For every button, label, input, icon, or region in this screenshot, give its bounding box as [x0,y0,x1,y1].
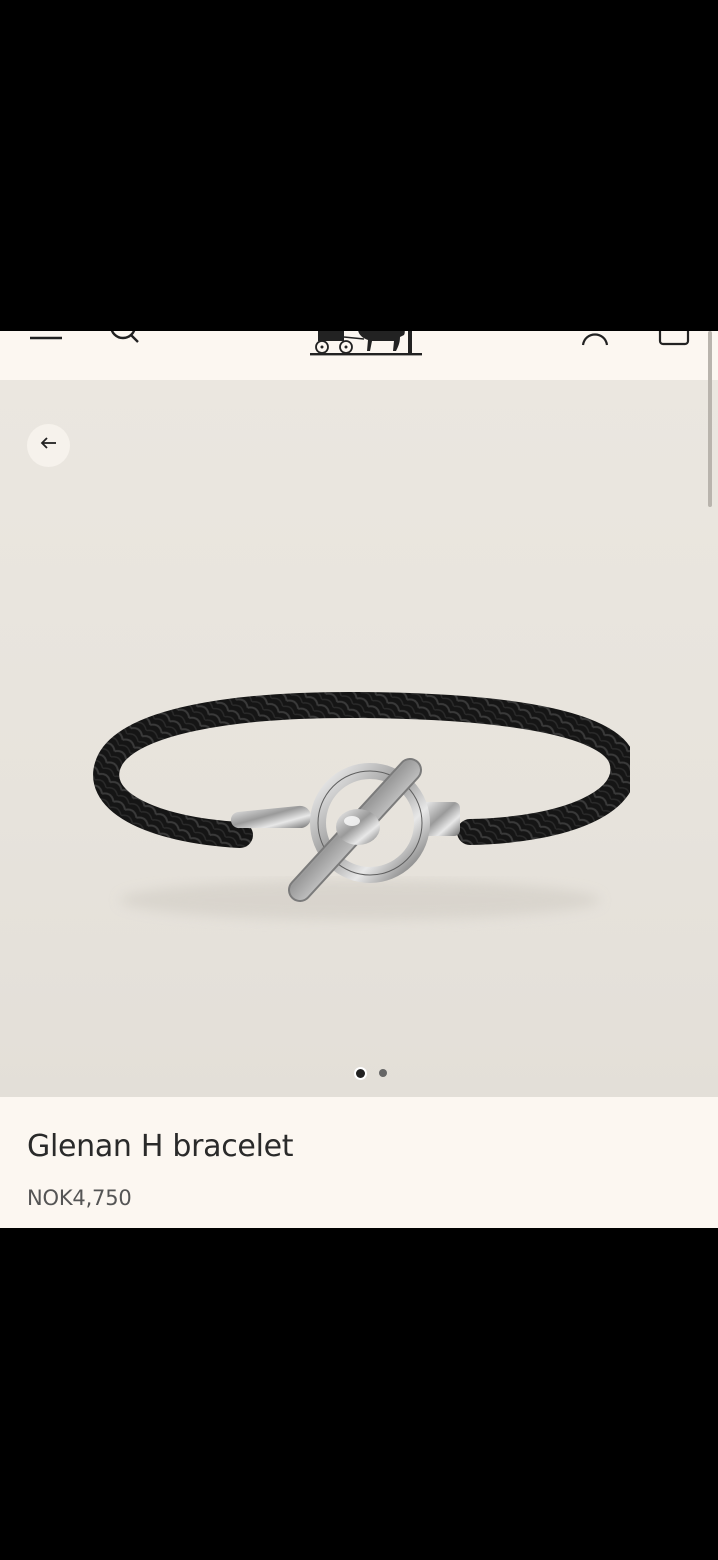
back-button[interactable] [27,424,70,467]
product-page: Glenan H bracelet NOK4,750 [0,331,718,1228]
arrow-left-icon [40,436,58,455]
carousel-dot-2[interactable] [378,1069,387,1077]
product-title: Glenan H bracelet [27,1129,294,1164]
bottom-black-area [0,1228,718,1560]
scrollbar[interactable] [708,331,712,507]
screen: Glenan H bracelet NOK4,750 [0,0,718,1560]
product-price: NOK4,750 [27,1186,132,1210]
product-info: Glenan H bracelet NOK4,750 [0,1097,718,1228]
carriage-logo[interactable] [310,331,422,357]
top-black-area [0,0,718,331]
carousel-indicators [12,1069,718,1079]
shopping-bag-icon[interactable] [654,331,694,357]
menu-icon[interactable] [26,331,66,357]
bracelet-image [90,640,637,940]
account-icon[interactable] [575,331,615,357]
site-header [0,331,718,381]
search-icon[interactable] [104,331,144,357]
product-image-gallery[interactable] [0,380,718,1097]
carousel-dot-1[interactable] [355,1069,365,1078]
